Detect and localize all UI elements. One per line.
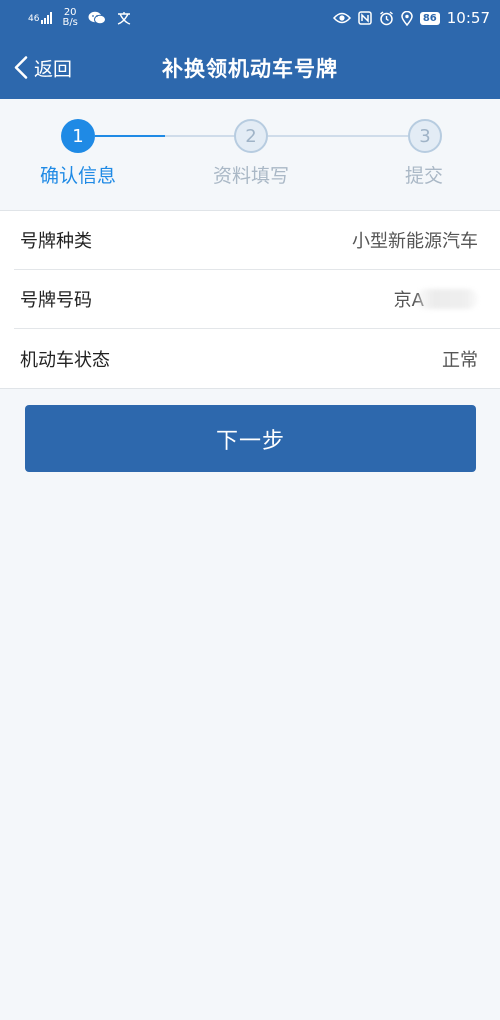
- battery-indicator: 86: [419, 11, 440, 25]
- progress-stepper: 1 2 3 确认信息 资料填写 提交: [0, 99, 500, 210]
- app-header: 46 20 B/s 86 10:57 返回 补换领机动车号牌: [0, 0, 500, 99]
- eye-icon: [332, 12, 351, 24]
- list-item: 号牌种类 小型新能源汽车: [14, 211, 500, 270]
- status-time: 10:57: [446, 9, 490, 27]
- step-2-label: 资料填写: [212, 165, 289, 187]
- plate-type-value: 小型新能源汽车: [352, 231, 478, 252]
- step-1-circle: 1: [61, 119, 95, 153]
- wechat-icon: [88, 11, 106, 25]
- step-connector: [268, 135, 408, 137]
- net-speed-unit: B/s: [62, 17, 78, 28]
- list-item: 号牌号码 京A: [14, 270, 500, 329]
- step-3-number: 3: [419, 125, 431, 147]
- status-bar: 46 20 B/s 86 10:57: [0, 0, 500, 36]
- step-2-number: 2: [245, 125, 257, 147]
- translate-icon: [117, 12, 131, 25]
- vehicle-info-list: 号牌种类 小型新能源汽车 号牌号码 京A 机动车状态 正常: [0, 210, 500, 389]
- vehicle-status-label: 机动车状态: [20, 349, 110, 371]
- status-left: 46 20 B/s: [28, 8, 132, 28]
- step-1-number: 1: [72, 125, 84, 147]
- step-1-label: 确认信息: [39, 165, 116, 187]
- status-right: 86 10:57: [332, 9, 490, 27]
- list-item: 机动车状态 正常: [14, 329, 500, 388]
- step-2-circle: 2: [234, 119, 268, 153]
- step-3-label: 提交: [404, 165, 443, 187]
- step-connector-active: [95, 135, 165, 137]
- signal-label: 46: [28, 14, 40, 24]
- step-connector: [165, 135, 235, 137]
- signal-bars-icon: [41, 12, 53, 24]
- next-step-button[interactable]: 下一步: [25, 405, 476, 472]
- page-title: 补换领机动车号牌: [162, 56, 338, 81]
- vehicle-status-value: 正常: [442, 349, 478, 371]
- redacted-blur: [416, 289, 478, 309]
- alarm-icon: [379, 10, 393, 25]
- step-3-circle: 3: [408, 119, 442, 153]
- signal-indicator: 46: [28, 12, 53, 24]
- net-speed: 20 B/s: [62, 8, 77, 28]
- location-icon: [401, 10, 413, 26]
- plate-number-label: 号牌号码: [20, 290, 92, 311]
- plate-type-label: 号牌种类: [20, 231, 92, 252]
- nfc-icon: [358, 11, 372, 25]
- nav-bar: 返回 补换领机动车号牌: [0, 36, 500, 99]
- plate-number-field: 京A: [394, 286, 478, 312]
